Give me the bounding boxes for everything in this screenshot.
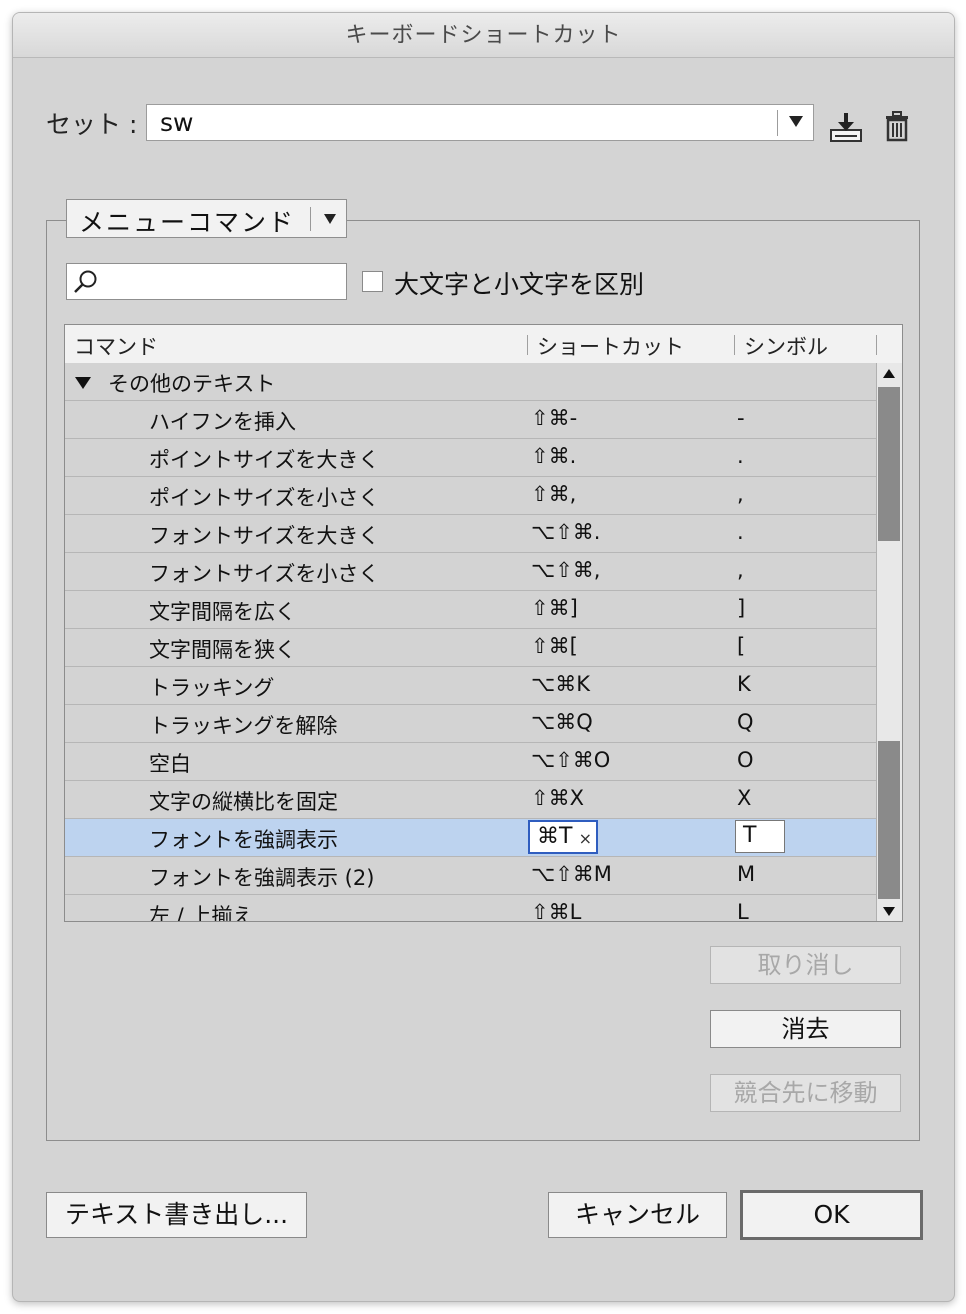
command-cell: 文字の縦横比を固定 <box>149 790 338 814</box>
undo-button[interactable]: 取り消し <box>710 946 901 984</box>
symbol-edit-field[interactable]: T <box>735 820 785 853</box>
table-row[interactable]: 文字間隔を広く ⇧⌘] ] <box>65 591 877 629</box>
table-row[interactable]: 文字の縦横比を固定 ⇧⌘X X <box>65 781 877 819</box>
symbol-cell: X <box>737 786 752 810</box>
dropdown-divider <box>310 207 311 231</box>
column-header-command[interactable]: コマンド <box>74 331 158 361</box>
table-row[interactable]: 文字間隔を狭く ⇧⌘[ [ <box>65 629 877 667</box>
shortcut-edit-field[interactable]: ⌘T × <box>528 820 598 854</box>
scroll-down-arrow-icon[interactable] <box>877 901 902 921</box>
scrollbar-track-shade[interactable] <box>878 741 900 899</box>
command-cell: フォントサイズを小さく <box>149 562 380 586</box>
symbol-cell: Q <box>737 710 754 734</box>
scroll-up-arrow-icon[interactable] <box>877 363 902 385</box>
command-area-value: メニューコマンド <box>79 208 296 237</box>
command-cell: ハイフンを挿入 <box>149 410 296 434</box>
symbol-cell: - <box>737 406 745 430</box>
symbol-cell: , <box>737 482 744 506</box>
shortcut-cell: ⇧⌘] <box>531 596 578 620</box>
column-header-symbol[interactable]: シンボル <box>744 331 828 361</box>
symbol-cell: O <box>737 748 754 772</box>
symbol-cell: [ <box>737 634 746 658</box>
vertical-scrollbar[interactable] <box>876 363 902 921</box>
disclosure-triangle-icon[interactable] <box>75 377 91 389</box>
dropdown-divider <box>777 110 778 136</box>
shortcut-cell: ⇧⌘[ <box>531 634 578 658</box>
command-cell: 文字間隔を狭く <box>149 638 296 662</box>
symbol-cell: ] <box>737 596 746 620</box>
command-cell: フォントを強調表示 (2) <box>149 866 375 890</box>
search-input[interactable] <box>66 263 347 300</box>
shortcut-cell: ⌥⇧⌘. <box>531 520 601 544</box>
command-cell: ポイントサイズを小さく <box>149 486 380 510</box>
shortcut-cell: ⌥⇧⌘O <box>531 748 611 772</box>
search-icon <box>74 270 97 293</box>
command-cell: 文字間隔を広く <box>149 600 296 624</box>
shortcut-edit-value: ⌘T <box>537 824 573 849</box>
set-dropdown-value: sw <box>160 108 194 137</box>
shortcut-cell: ⌥⇧⌘M <box>531 862 612 886</box>
symbol-cell: , <box>737 558 744 582</box>
clear-shortcut-icon[interactable]: × <box>579 829 592 848</box>
trash-icon[interactable] <box>885 111 909 143</box>
shortcut-cell: ⇧⌘X <box>531 786 584 810</box>
shortcut-cell: ⇧⌘- <box>531 406 578 430</box>
ok-button[interactable]: OK <box>740 1190 923 1240</box>
command-cell: 空白 <box>149 752 191 776</box>
group-label: その他のテキスト <box>108 372 276 396</box>
column-divider <box>734 335 735 355</box>
symbol-cell: . <box>737 444 744 468</box>
command-cell: トラッキング <box>149 676 275 700</box>
column-divider <box>876 335 877 355</box>
group-row[interactable]: その他のテキスト <box>65 363 877 401</box>
symbol-cell: L <box>737 900 749 922</box>
shortcut-cell: ⇧⌘, <box>531 482 577 506</box>
command-cell: フォントサイズを大きく <box>149 524 380 548</box>
symbol-cell: M <box>737 862 756 886</box>
shortcut-cell: ⌥⌘K <box>531 672 590 696</box>
keyboard-shortcuts-dialog: キーボードショートカット セット : sw メニューコマンド 大文字と小文字を区… <box>12 12 955 1302</box>
table-row[interactable]: フォントサイズを小さく ⌥⇧⌘, , <box>65 553 877 591</box>
dialog-title: キーボードショートカット <box>13 13 954 58</box>
table-row[interactable]: トラッキング ⌥⌘K K <box>65 667 877 705</box>
table-row[interactable]: トラッキングを解除 ⌥⌘Q Q <box>65 705 877 743</box>
cancel-button[interactable]: キャンセル <box>548 1192 727 1238</box>
shortcut-cell: ⇧⌘. <box>531 444 577 468</box>
table-header: コマンド ショートカット シンボル <box>65 325 902 364</box>
symbol-cell: . <box>737 520 744 544</box>
column-header-shortcut[interactable]: ショートカット <box>537 331 684 361</box>
set-label: セット : <box>46 110 138 139</box>
table-body: その他のテキスト ハイフンを挿入 ⇧⌘- - ポイントサイズを大きく ⇧⌘. .… <box>65 363 877 922</box>
shortcut-cell: ⇧⌘L <box>531 900 582 922</box>
export-text-button[interactable]: テキスト書き出し... <box>46 1192 307 1238</box>
table-row[interactable]: ポイントサイズを小さく ⇧⌘, , <box>65 477 877 515</box>
column-divider <box>527 335 528 355</box>
case-sensitive-label: 大文字と小文字を区別 <box>394 270 645 299</box>
command-cell: フォントを強調表示 <box>149 828 338 852</box>
case-sensitive-checkbox[interactable] <box>362 271 383 292</box>
table-row-selected[interactable]: フォントを強調表示 ⌘T × T <box>65 819 877 857</box>
save-set-icon[interactable] <box>829 111 863 143</box>
table-row[interactable]: ハイフンを挿入 ⇧⌘- - <box>65 401 877 439</box>
chevron-down-icon <box>789 116 803 127</box>
go-to-conflict-button[interactable]: 競合先に移動 <box>710 1074 901 1112</box>
shortcut-cell: ⌥⇧⌘, <box>531 558 601 582</box>
table-row[interactable]: 空白 ⌥⇧⌘O O <box>65 743 877 781</box>
shortcut-table: コマンド ショートカット シンボル その他のテキスト ハイフンを挿入 ⇧⌘- -… <box>64 324 903 922</box>
table-row[interactable]: フォントサイズを大きく ⌥⇧⌘. . <box>65 515 877 553</box>
clear-button[interactable]: 消去 <box>710 1010 901 1048</box>
scrollbar-thumb[interactable] <box>878 387 900 541</box>
command-cell: 左 / 上揃え <box>149 904 254 922</box>
table-row[interactable]: フォントを強調表示 (2) ⌥⇧⌘M M <box>65 857 877 895</box>
table-row[interactable]: 左 / 上揃え ⇧⌘L L <box>65 895 877 922</box>
table-row[interactable]: ポイントサイズを大きく ⇧⌘. . <box>65 439 877 477</box>
command-cell: トラッキングを解除 <box>149 714 338 738</box>
shortcut-cell: ⌥⌘Q <box>531 710 593 734</box>
set-dropdown[interactable]: sw <box>146 104 814 141</box>
command-area-dropdown[interactable]: メニューコマンド <box>66 199 347 238</box>
symbol-cell: K <box>737 672 751 696</box>
symbol-edit-value: T <box>743 823 757 848</box>
chevron-down-icon <box>324 214 336 224</box>
command-cell: ポイントサイズを大きく <box>149 448 380 472</box>
